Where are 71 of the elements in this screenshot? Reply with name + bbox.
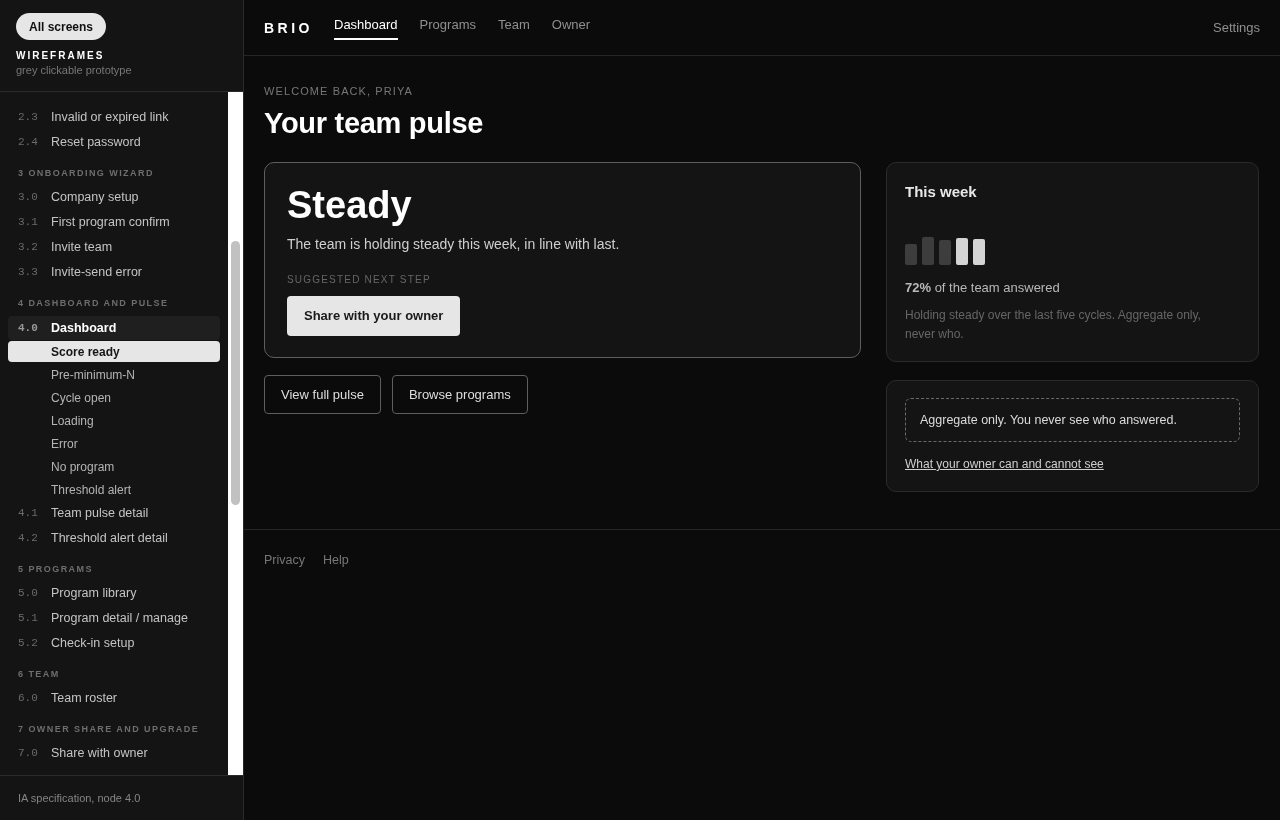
mini-bar xyxy=(973,239,985,265)
screen-number: 4.0 xyxy=(18,320,39,336)
sidebar-item[interactable]: 5.0 Program library xyxy=(8,581,220,606)
trend-note: Holding steady over the last five cycles. Aggregate only, never who. xyxy=(905,307,1202,343)
screen-number: 5.2 xyxy=(18,636,39,652)
share-with-owner-button[interactable]: Share with your owner xyxy=(287,296,461,336)
action-button[interactable]: View full pulse xyxy=(264,375,381,414)
mini-bar xyxy=(922,237,934,265)
sidebar-subitem[interactable]: Cycle open xyxy=(8,386,220,409)
nav-tab[interactable]: Dashboard xyxy=(334,0,398,40)
screen-number: 4.1 xyxy=(18,506,39,522)
pulse-summary: The team is holding steady this week, in line with last. xyxy=(287,235,620,254)
screen-number: 5.1 xyxy=(18,611,39,627)
screen-number: 7.0 xyxy=(18,746,39,762)
welcome-eyebrow: WELCOME BACK, PRIYA xyxy=(264,84,415,98)
scrollbar-thumb[interactable] xyxy=(231,241,240,505)
nav-tab[interactable]: Programs xyxy=(419,0,476,40)
screen-number: 3.1 xyxy=(18,215,39,231)
sidebar-subitem[interactable]: Loading xyxy=(8,409,220,432)
sidebar-item[interactable]: 3.2 Invite team xyxy=(8,235,220,260)
owner-visibility-link[interactable]: What your owner can and cannot see xyxy=(905,456,1104,472)
sidebar-subitem[interactable]: Threshold alert xyxy=(8,478,220,501)
privacy-notice: Aggregate only. You never see who answered. xyxy=(905,398,1240,442)
sidebar-subitem[interactable]: Error xyxy=(8,432,220,455)
sidebar-item[interactable]: 4.2 Threshold alert detail xyxy=(8,526,220,551)
mini-bar xyxy=(905,244,917,265)
screen-number: 3.2 xyxy=(18,240,39,256)
mini-bar xyxy=(939,240,951,265)
sidebar-item[interactable]: 3.3 Invite-send error xyxy=(8,260,220,285)
nav-tab[interactable]: Team xyxy=(497,0,530,40)
screen-number: 4.2 xyxy=(18,531,39,547)
sidebar-item[interactable]: 4.0 Dashboard xyxy=(8,316,220,340)
sidebar-title: WIREFRAMES xyxy=(16,49,105,63)
sidebar-footer-text: IA specification, node 4.0 xyxy=(18,790,141,806)
section-heading: 3 ONBOARDING WIZARD xyxy=(17,167,155,181)
sidebar-subitem[interactable]: Score ready xyxy=(8,341,220,362)
settings-link[interactable]: Settings xyxy=(1213,19,1260,37)
sidebar-item[interactable]: 2.3 Invalid or expired link xyxy=(8,105,220,130)
screen-number: 2.4 xyxy=(18,135,39,151)
screen-number: 5.0 xyxy=(18,586,39,602)
footer-link[interactable]: Help xyxy=(323,552,349,568)
card-title: This week xyxy=(905,182,977,202)
sidebar-item[interactable]: 3.0 Company setup xyxy=(8,185,220,210)
sidebar-item[interactable]: 5.1 Program detail / manage xyxy=(8,606,220,631)
footer-link[interactable]: Privacy xyxy=(264,552,305,568)
sidebar-item[interactable]: 2.4 Reset password xyxy=(8,130,220,155)
all-screens-button[interactable]: All screens xyxy=(16,13,107,40)
section-heading: 4 DASHBOARD AND PULSE xyxy=(17,297,170,311)
brand-logo: BRIO xyxy=(264,19,313,37)
screen-number: 2.3 xyxy=(18,110,39,126)
screen-number: 3.0 xyxy=(18,190,39,206)
section-heading: 7 OWNER SHARE AND UPGRADE xyxy=(17,723,201,737)
nav-tab[interactable]: Owner xyxy=(551,0,591,40)
page-title: Your team pulse xyxy=(264,106,485,140)
mini-bar xyxy=(956,238,968,265)
pulse-status: Steady xyxy=(287,183,412,227)
sidebar-item[interactable]: 5.2 Check-in setup xyxy=(8,631,220,656)
sidebar-subtitle: grey clickable prototype xyxy=(16,63,132,78)
screen-number: 3.3 xyxy=(18,265,39,281)
sidebar-item[interactable]: 4.1 Team pulse detail xyxy=(8,501,220,526)
next-step-label: SUGGESTED NEXT STEP xyxy=(287,273,431,287)
sidebar-item[interactable]: 3.1 First program confirm xyxy=(8,210,220,235)
sidebar-item[interactable]: 7.0 Share with owner xyxy=(8,741,220,766)
sidebar-subitem[interactable]: No program xyxy=(8,455,220,478)
section-heading: 5 PROGRAMS xyxy=(17,563,94,577)
screen-number: 6.0 xyxy=(18,691,39,707)
sidebar-subitem[interactable]: Pre-minimum-N xyxy=(8,363,220,386)
response-rate: 72% of the team answered xyxy=(905,279,1060,297)
sidebar-item[interactable]: 6.0 Team roster xyxy=(8,686,220,711)
section-heading: 6 TEAM xyxy=(17,668,61,682)
action-button[interactable]: Browse programs xyxy=(391,375,528,414)
